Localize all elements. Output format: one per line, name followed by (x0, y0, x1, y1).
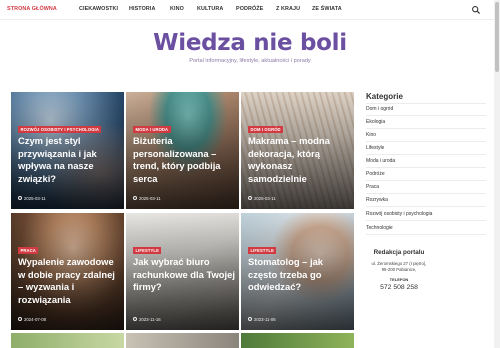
article-card[interactable]: LIFESTYLE Jak wybrać biuro rachunkowe dl… (126, 213, 239, 330)
redakcja-address: 95-200 Pabianice, (381, 267, 417, 272)
article-date: 2023-11-16 (133, 317, 161, 322)
categories-heading: Kategorie (366, 92, 403, 101)
category-link-moda-i-uroda[interactable]: Moda i uroda (366, 158, 486, 164)
category-link-ekologia[interactable]: Ekologia (366, 119, 486, 125)
category-link-dom-i-ogrod[interactable]: Dom i ogród (366, 106, 486, 112)
article-card[interactable]: DOM I OGRÓD Makrama – modna dekoracja, k… (241, 92, 354, 209)
divider (366, 234, 486, 235)
category-link-rozrywka[interactable]: Rozrywka (366, 197, 486, 203)
nav-item-kino[interactable]: KINO (170, 6, 184, 12)
nav-item-kultura[interactable]: KULTURA (197, 6, 223, 12)
article-title[interactable]: Wypalenie zawodowe w dobie pracy zdalnej… (18, 256, 122, 306)
scrollbar-thumb[interactable] (495, 2, 499, 72)
redakcja-address: ul. Żeromskiego 27 (I piętro), (371, 261, 427, 266)
category-link-rozwoj-osobisty[interactable]: Rozwój osobisty i psychologia (366, 211, 486, 217)
clock-icon (18, 317, 22, 322)
redakcja-heading: Redakcja portalu (373, 249, 425, 256)
article-title[interactable]: Stomatolog – jak często trzeba go odwied… (248, 256, 352, 294)
article-date: 2025-03-11 (133, 196, 161, 201)
article-date: 2024-07-08 (18, 317, 46, 322)
article-image (241, 333, 354, 348)
category-badge[interactable]: PRACA (18, 247, 39, 254)
site-title[interactable]: Wiedza nie boli (0, 30, 500, 56)
clock-icon (248, 196, 252, 201)
divider (366, 180, 486, 181)
nav-item-ciekawostki[interactable]: CIEKAWOSTKI (79, 6, 118, 12)
phone-number[interactable]: 572 508 258 (366, 284, 432, 291)
article-title[interactable]: Jak wybrać biuro rachunkowe dla Twojej f… (133, 256, 237, 294)
category-link-lifestyle[interactable]: Lifestyle (366, 145, 486, 151)
category-badge[interactable]: DOM I OGRÓD (248, 126, 284, 133)
nav-item-ze-swiata[interactable]: ZE ŚWIATA (312, 6, 342, 12)
article-image (11, 333, 124, 348)
category-badge[interactable]: LIFESTYLE (133, 247, 162, 254)
clock-icon (18, 196, 22, 201)
category-badge[interactable]: ROZWÓJ OSOBISTY I PSYCHOLOGIA (18, 126, 102, 133)
article-card[interactable] (126, 333, 239, 348)
article-card[interactable]: PRACA Wypalenie zawodowe w dobie pracy z… (11, 213, 124, 330)
divider (366, 167, 486, 168)
article-title[interactable]: Czym jest styl przywiązania i jak wpływa… (18, 135, 122, 185)
search-icon[interactable] (471, 5, 481, 15)
article-card[interactable]: ROZWÓJ OSOBISTY I PSYCHOLOGIA Czym jest … (11, 92, 124, 209)
category-badge[interactable]: MODA I URODA (133, 126, 171, 133)
article-title[interactable]: Makrama – modna dekoracja, którą wykonas… (248, 135, 352, 185)
article-card[interactable] (241, 333, 354, 348)
divider (366, 154, 486, 155)
clock-icon (133, 196, 137, 201)
article-card[interactable] (11, 333, 124, 348)
site-tagline: Portal informacyjny, lifestyle, aktualno… (189, 58, 311, 64)
divider (366, 193, 486, 194)
category-link-podroze[interactable]: Podróże (366, 171, 486, 177)
category-link-praca[interactable]: Praca (366, 184, 486, 190)
divider (366, 103, 486, 104)
divider (366, 141, 486, 142)
nav-item-historia[interactable]: HISTORIA (129, 6, 155, 12)
category-link-kino[interactable]: Kino (366, 132, 486, 138)
category-link-technologie[interactable]: Technologie (366, 225, 486, 231)
clock-icon (248, 317, 252, 322)
divider (366, 206, 486, 207)
clock-icon (133, 317, 137, 322)
category-badge[interactable]: LIFESTYLE (248, 247, 277, 254)
divider (366, 220, 486, 221)
nav-item-strona-glowna[interactable]: STRONA GŁÓWNA (7, 6, 57, 12)
phone-label: TELEFON (389, 277, 409, 282)
article-image (126, 333, 239, 348)
nav-item-z-kraju[interactable]: Z KRAJU (276, 6, 300, 12)
divider (366, 128, 486, 129)
article-card[interactable]: LIFESTYLE Stomatolog – jak często trzeba… (241, 213, 354, 330)
article-title[interactable]: Biżuteria personalizowana – trend, który… (133, 135, 237, 185)
article-date: 2023-11-06 (248, 317, 276, 322)
divider (366, 115, 486, 116)
nav-item-podroze[interactable]: PODRÓŻE (236, 6, 263, 12)
article-card[interactable]: MODA I URODA Biżuteria personalizowana –… (126, 92, 239, 209)
article-date: 2025-03-11 (18, 196, 46, 201)
article-date: 2025-03-11 (248, 196, 276, 201)
top-navigation: STRONA GŁÓWNA CIEKAWOSTKI HISTORIA KINO … (0, 0, 500, 20)
